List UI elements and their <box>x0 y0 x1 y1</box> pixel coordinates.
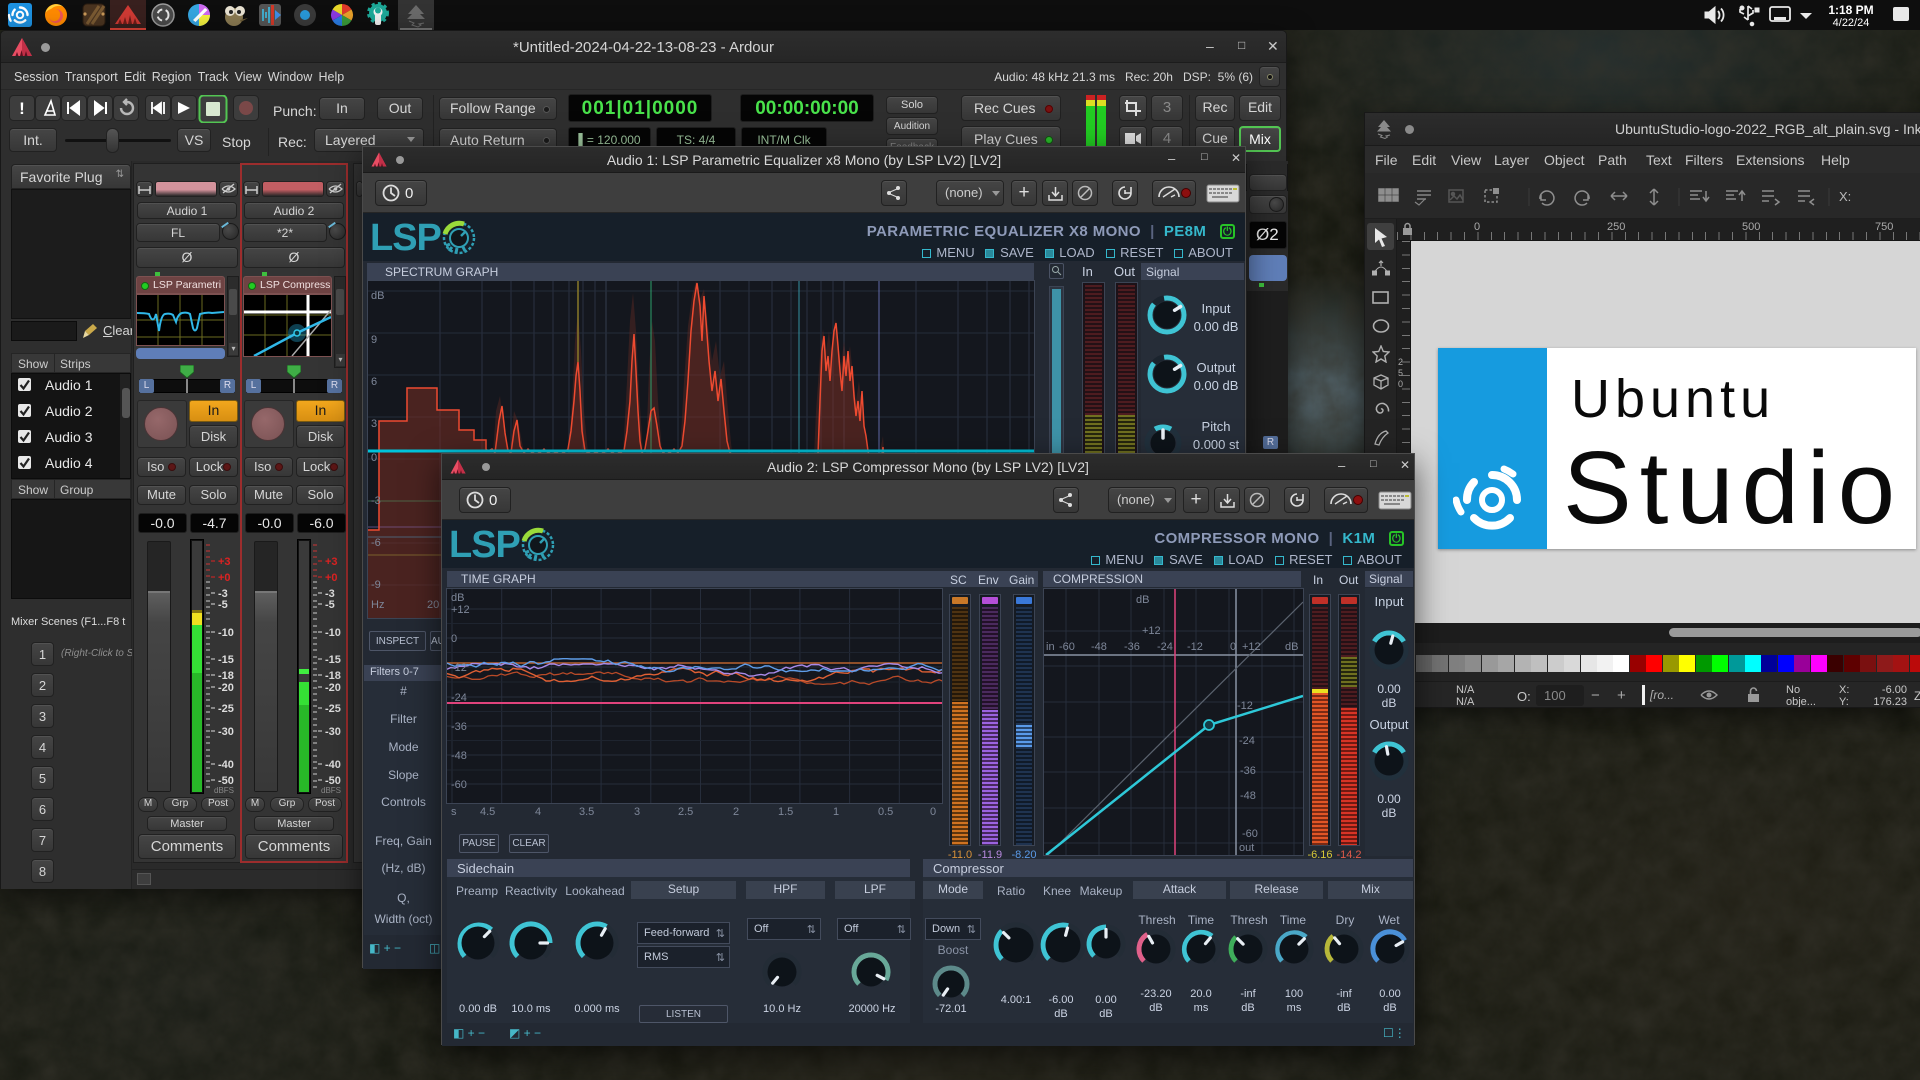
svg-text:+3: +3 <box>218 556 231 568</box>
svg-text:X:: X: <box>1839 189 1851 204</box>
svg-text:-30: -30 <box>218 726 234 738</box>
svg-text:-40: -40 <box>218 759 234 771</box>
svg-text:0: 0 <box>489 492 497 509</box>
svg-text:-25: -25 <box>218 703 234 715</box>
svg-text:-15: -15 <box>218 654 234 666</box>
svg-text:-10: -10 <box>218 627 234 639</box>
svg-text:1:18 PM: 1:18 PM <box>1828 3 1873 17</box>
svg-text:-18: -18 <box>218 670 234 682</box>
svg-text:0: 0 <box>405 185 413 202</box>
svg-text:+3: +3 <box>325 556 338 568</box>
svg-text:-10: -10 <box>325 627 341 639</box>
svg-text:LSP: LSP <box>449 526 521 564</box>
svg-text:!: ! <box>19 99 25 118</box>
svg-text:-40: -40 <box>325 759 341 771</box>
svg-text:4/22/24: 4/22/24 <box>1833 17 1870 29</box>
svg-text:-25: -25 <box>325 703 341 715</box>
svg-text:+0: +0 <box>325 572 338 584</box>
svg-text:dBFS: dBFS <box>321 786 341 795</box>
svg-text:LSP: LSP <box>370 219 442 257</box>
svg-text:+0: +0 <box>218 572 231 584</box>
svg-text:-5: -5 <box>325 599 335 611</box>
svg-text:-20: -20 <box>218 682 234 694</box>
svg-text:dBFS: dBFS <box>214 786 234 795</box>
svg-text:-15: -15 <box>325 654 341 666</box>
svg-text:-18: -18 <box>325 670 341 682</box>
svg-text:-5: -5 <box>218 599 228 611</box>
svg-text:-30: -30 <box>325 726 341 738</box>
svg-text:-20: -20 <box>325 682 341 694</box>
